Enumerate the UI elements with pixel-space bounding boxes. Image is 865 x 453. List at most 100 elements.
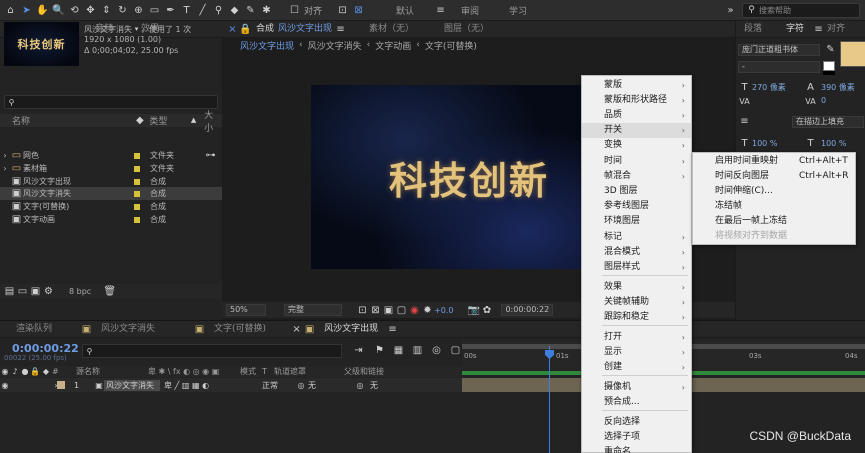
shy-icon[interactable]: ▦ xyxy=(392,344,405,357)
trash-icon[interactable]: 🗑 xyxy=(103,285,116,298)
clone-tool-icon[interactable]: ⚲ xyxy=(212,4,225,17)
new-comp-icon[interactable]: ▣ xyxy=(29,285,42,298)
puppet-tool-icon[interactable]: ✱ xyxy=(260,4,273,17)
close-icon[interactable]: × xyxy=(226,23,239,36)
tab-timeline-active[interactable]: 风沙文字出现 xyxy=(316,321,386,338)
menu-item[interactable]: 摄像机 › xyxy=(582,380,691,395)
resolution-select[interactable]: 完整 xyxy=(284,304,342,316)
composition-canvas[interactable]: 科技创新 xyxy=(311,85,581,269)
label-color-swatch[interactable] xyxy=(134,216,140,223)
snap-icon[interactable]: ⊡ xyxy=(336,4,349,17)
exposure-value[interactable]: +0.0 xyxy=(434,306,453,315)
mask-visibility-icon[interactable]: ▣ xyxy=(382,304,395,317)
leading-value[interactable]: 270 像素 xyxy=(752,82,786,93)
draft-3d-icon[interactable]: ⚑ xyxy=(373,344,386,357)
stroke-mode-select[interactable]: 在描边上填充 xyxy=(792,116,864,128)
menu-item[interactable]: 关键帧辅助 › xyxy=(582,295,691,310)
tab-timeline-2[interactable]: 文字(可替换) xyxy=(206,321,274,338)
pan-tool-icon[interactable]: ✥ xyxy=(84,4,97,17)
help-search-input[interactable]: 搜索帮助 xyxy=(742,3,860,18)
menu-item[interactable]: 时间 › xyxy=(582,154,691,169)
submenu-item[interactable]: 冻结帧 xyxy=(693,199,855,214)
layer-name[interactable]: 风沙文字消失 xyxy=(104,379,160,391)
layer-mode[interactable]: 正常 xyxy=(262,380,294,391)
home-icon[interactable]: ⌂ xyxy=(4,4,17,17)
menu-item[interactable]: 重命名 xyxy=(582,445,691,453)
workspace-learn[interactable]: 学习 xyxy=(509,4,527,17)
horizontal-scale-value[interactable]: 100 % xyxy=(821,139,846,148)
kerning-value[interactable]: 0 xyxy=(821,96,826,105)
timeline-search-input[interactable]: ⚲ xyxy=(82,344,342,358)
hand-tool-icon[interactable]: ✋ xyxy=(36,4,49,17)
col-name[interactable]: 名称 xyxy=(12,114,133,127)
menu-item[interactable]: 效果 › xyxy=(582,280,691,295)
new-folder-icon[interactable]: ▭ xyxy=(16,285,29,298)
list-item[interactable]: › ▭ 素材箱 文件夹 xyxy=(0,162,222,175)
menu-item[interactable]: 图层样式 › xyxy=(582,260,691,275)
close-icon[interactable]: × xyxy=(290,323,303,336)
breadcrumb-item[interactable]: 文字(可替换) xyxy=(425,39,477,52)
breadcrumb-item[interactable]: 文字动画 xyxy=(375,39,411,52)
motion-blur-icon[interactable]: ◎ xyxy=(430,344,443,357)
graph-editor-icon[interactable]: ▢ xyxy=(449,344,462,357)
submenu-item[interactable]: 时间反向图层 Ctrl+Alt+R xyxy=(693,169,855,184)
list-item[interactable]: ▣ 文字(可替换) 合成 xyxy=(0,200,222,213)
safe-zones-icon[interactable]: ▢ xyxy=(395,304,408,317)
orbit-tool-icon[interactable]: ⟲ xyxy=(68,4,81,17)
tab-footage[interactable]: 素材（无） xyxy=(361,21,422,38)
col-t[interactable]: T xyxy=(262,367,274,376)
align-checkbox-icon[interactable]: ☐ xyxy=(288,4,301,17)
label-color-swatch[interactable] xyxy=(134,203,140,210)
viewer-timecode[interactable]: 0:00:00:22 xyxy=(501,304,554,316)
visibility-icon[interactable]: ◉ xyxy=(0,379,10,392)
menu-item[interactable]: 反向选择 xyxy=(582,415,691,430)
label-color-swatch[interactable] xyxy=(134,178,140,185)
roto-tool-icon[interactable]: ✎ xyxy=(244,4,257,17)
col-type[interactable]: 类型 xyxy=(149,114,187,127)
menu-item[interactable]: 蒙版和形状路径 › xyxy=(582,93,691,108)
show-snapshot-icon[interactable]: ✿ xyxy=(480,304,493,317)
exposure-icon[interactable]: ✹ xyxy=(421,304,434,317)
list-item-selected[interactable]: ▣ 风沙文字消失 合成 xyxy=(0,187,222,200)
tab-character[interactable]: 字符 xyxy=(778,21,812,38)
col-source-name[interactable]: 源名称 xyxy=(76,366,148,377)
current-time-indicator[interactable] xyxy=(549,346,550,453)
list-item[interactable]: › ▭ 网色 文件夹 ⊶ xyxy=(0,149,222,162)
brush-tool-icon[interactable]: ╱ xyxy=(196,4,209,17)
tab-paragraph[interactable]: 段落 xyxy=(736,21,770,38)
menu-lines-icon[interactable]: ≡ xyxy=(434,4,447,17)
list-item[interactable]: ▣ 文字动画 合成 xyxy=(0,213,222,226)
tracking-value[interactable]: 390 像素 xyxy=(821,82,855,93)
submenu-item[interactable]: 时间伸缩(C)... xyxy=(693,184,855,199)
parent-pickwhip-icon[interactable]: ◎ xyxy=(350,379,370,392)
menu-item[interactable]: 变换 › xyxy=(582,138,691,153)
menu-item[interactable]: 蒙版 › xyxy=(582,78,691,93)
zoom-tool-icon[interactable]: 🔍 xyxy=(52,4,65,17)
snapshot-icon[interactable]: 📷 xyxy=(467,304,480,317)
fill-color-swatch[interactable] xyxy=(840,41,865,67)
color-channel-icon[interactable]: ◉ xyxy=(408,304,421,317)
workspace-review[interactable]: 审阅 xyxy=(461,4,479,17)
tab-render-queue[interactable]: 渲染队列 xyxy=(8,321,60,338)
layer-label-swatch[interactable] xyxy=(57,381,65,389)
menu-item[interactable]: 品质 › xyxy=(582,108,691,123)
tab-layer[interactable]: 图层（无） xyxy=(436,21,497,38)
tab-timeline-1[interactable]: 风沙文字消失 xyxy=(93,321,163,338)
font-style-select[interactable]: - xyxy=(738,61,820,73)
layer-matte[interactable]: 无 xyxy=(308,380,350,391)
menu-item[interactable]: 环境图层 xyxy=(582,214,691,229)
vertical-scale-value[interactable]: 100 % xyxy=(752,139,777,148)
panel-menu-icon[interactable]: ≡ xyxy=(334,23,347,36)
dolly-tool-icon[interactable]: ⇕ xyxy=(100,4,113,17)
menu-item[interactable]: 参考线图层 xyxy=(582,199,691,214)
col-parent[interactable]: 父级和链接 xyxy=(344,366,384,377)
comp-mini-flowchart-icon[interactable]: ⇥ xyxy=(352,344,365,357)
menu-item[interactable]: 标记 › xyxy=(582,230,691,245)
menu-item[interactable]: 显示 › xyxy=(582,345,691,360)
workspace-default[interactable]: 默认 xyxy=(396,4,414,17)
zoom-select[interactable]: 50% xyxy=(226,304,266,316)
timeline-layer-row[interactable]: ◉ › 1 ▣ 风沙文字消失 卑 ╱ ▥ ▦ ◐ 正常 ◎ 无 ◎ 无 xyxy=(0,378,462,392)
submenu-item[interactable]: 在最后一帧上冻结 xyxy=(693,214,855,229)
tab-comp-name[interactable]: 风沙文字出现 xyxy=(276,21,334,38)
frame-blending-icon[interactable]: ▥ xyxy=(411,344,424,357)
